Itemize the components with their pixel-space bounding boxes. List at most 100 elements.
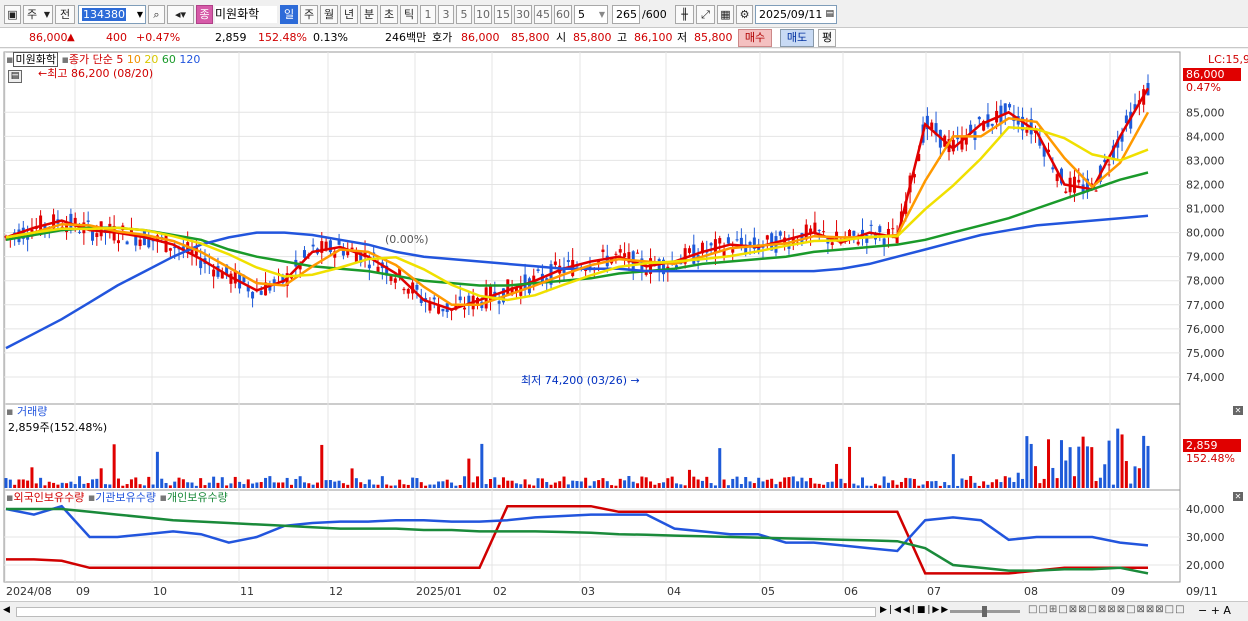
x-tick-label: 09/11 [1186, 585, 1218, 598]
table-icon[interactable]: ▤ [8, 70, 22, 83]
stock-type-icon[interactable]: 종 [196, 5, 213, 24]
x-tick-label: 09 [1111, 585, 1125, 598]
period-year[interactable]: 년 [340, 5, 358, 24]
candle-body [350, 247, 354, 250]
volume-bars [4, 428, 1150, 488]
volume-bar [121, 485, 125, 488]
period-minute[interactable]: 분 [360, 5, 378, 24]
volume-bar [912, 478, 916, 488]
volume-bar [134, 477, 138, 488]
y-axis-ticks: 85,000 84,000 83,000 82,000 81,000 80,000 79,0… [1186, 106, 1225, 572]
volume-bar [393, 485, 397, 488]
candle-body [463, 307, 467, 310]
candle-body [856, 241, 860, 245]
period-month[interactable]: 월 [320, 5, 338, 24]
volume-bar [21, 479, 25, 488]
volume-bar [445, 479, 449, 488]
candle-body [1008, 104, 1012, 108]
candle-body [497, 301, 501, 304]
volume-bar [865, 485, 869, 488]
volume-bar [1064, 460, 1068, 488]
candle-body [566, 260, 570, 262]
scroll-track[interactable] [16, 607, 876, 617]
period-second[interactable]: 초 [380, 5, 398, 24]
volume-bar [757, 477, 761, 488]
num-button-3[interactable]: 3 [438, 5, 454, 24]
volume-bar [566, 484, 570, 488]
volume-bar [1077, 446, 1081, 488]
volume-bar [752, 483, 756, 488]
volume-bar [995, 479, 999, 488]
low-marker-text: 최저 74,200 (03/26) [521, 374, 628, 387]
volume-bar [212, 476, 216, 488]
candle-body [1077, 179, 1081, 183]
save-icon[interactable]: ▦ [717, 5, 734, 24]
volume-bar [527, 484, 531, 488]
close-icon[interactable]: ✕ [1233, 492, 1243, 501]
volume-bar [432, 484, 436, 488]
prev-button[interactable]: 전 [55, 5, 75, 24]
volume-bar [618, 478, 622, 488]
volume-value: 2,859 [215, 31, 247, 44]
num-button-5[interactable]: 5 [456, 5, 472, 24]
candlesticks [4, 74, 1150, 321]
volume-bar [216, 482, 220, 488]
close-icon[interactable]: ✕ [1233, 406, 1243, 415]
volume-bar [1029, 443, 1033, 488]
chart-tool-icons[interactable]: □□⊞□⊠⊠□⊠⊠⊠□⊠⊠⊠□□ [1028, 604, 1186, 615]
num-button-30[interactable]: 30 [514, 5, 532, 24]
unit-input[interactable]: 5 ▼ [574, 5, 608, 24]
gear-icon[interactable]: ⚙ [736, 5, 753, 24]
volume-bar [1051, 467, 1055, 488]
sell-button[interactable]: 매도 [780, 29, 814, 47]
num-button-45[interactable]: 45 [534, 5, 552, 24]
volume-bar [657, 483, 661, 488]
volume-bar [415, 478, 419, 488]
period-day[interactable]: 일 [280, 5, 298, 24]
volume-bar [437, 481, 441, 488]
volume-bar [91, 479, 95, 488]
x-tick-label: 07 [927, 585, 941, 598]
volume-bar [999, 482, 1003, 488]
volume-bar [1120, 434, 1124, 488]
candle-body [415, 285, 419, 290]
period-week[interactable]: 주 [300, 5, 318, 24]
volume-bar [791, 476, 795, 488]
num-button-60[interactable]: 60 [554, 5, 572, 24]
candle-body [735, 239, 739, 241]
date-input[interactable]: 2025/09/11 ▤ [755, 5, 837, 24]
playback-icons[interactable]: ▶|◀◀|■|▶▶ [880, 605, 950, 615]
volume-bar [302, 482, 306, 488]
search-icon[interactable]: ⌕ [148, 5, 165, 24]
layout-icon[interactable]: ▣ [4, 5, 21, 24]
zoom-slider-handle[interactable] [982, 606, 987, 617]
volume-bar [558, 481, 562, 488]
chart-area: 85,000 84,000 83,000 82,000 81,000 80,000 79,0… [0, 49, 1248, 601]
candle-icon[interactable]: ╫ [675, 5, 694, 24]
candle-body [212, 269, 216, 277]
volume-bar [592, 481, 596, 488]
period-tick[interactable]: 틱 [400, 5, 418, 24]
zoom-controls[interactable]: − + A [1198, 604, 1231, 617]
speaker-icon[interactable]: ◂▾ [167, 5, 194, 24]
eval-button[interactable]: 평 [818, 29, 836, 47]
candle-body [1094, 190, 1098, 192]
y-tick-label: 83,000 [1186, 154, 1225, 167]
count-input[interactable]: 265 [612, 5, 640, 24]
volume-bar [904, 477, 908, 488]
num-button-15[interactable]: 15 [494, 5, 512, 24]
volume-bar [52, 482, 56, 488]
stock-code-input[interactable]: 134380 ▼ [78, 5, 146, 24]
volume-bar [977, 485, 981, 488]
num-button-1[interactable]: 1 [420, 5, 436, 24]
volume-bar [454, 485, 458, 488]
volume-bar [389, 485, 393, 488]
volume-bar [86, 483, 90, 488]
volume-bar [943, 482, 947, 488]
num-button-10[interactable]: 10 [474, 5, 492, 24]
buy-button[interactable]: 매수 [738, 29, 772, 47]
volume-bar [510, 480, 514, 488]
scroll-left-icon[interactable]: ◀ [3, 605, 10, 615]
draw-tool-icon[interactable]: ⤢ [696, 5, 715, 24]
market-select[interactable]: 주 ▼ [23, 5, 53, 24]
